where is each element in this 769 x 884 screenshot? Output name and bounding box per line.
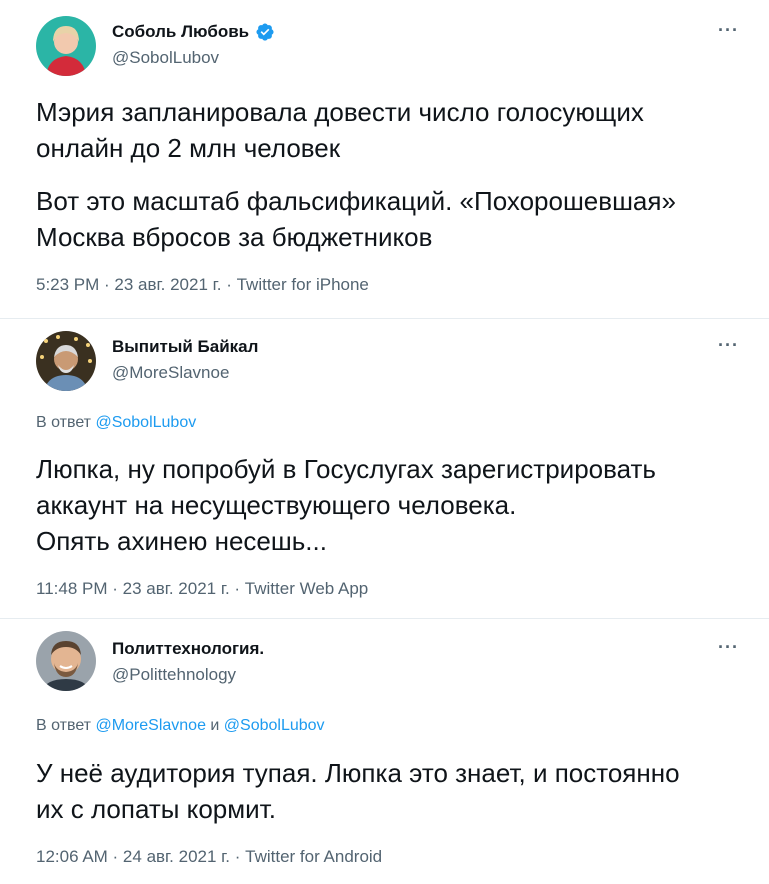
tweet-text-paragraph-2: Вот это масштаб фальсификаций. «Похороше…: [36, 186, 676, 252]
tweet-meta[interactable]: 12:06 AM · 24 авг. 2021 г. · Twitter for…: [36, 847, 382, 867]
author-name[interactable]: Политтехнология.: [112, 639, 264, 659]
more-options-icon[interactable]: ···: [718, 335, 739, 356]
reply-prefix: В ответ: [36, 717, 96, 734]
mention-link[interactable]: @MoreSlavnoe: [95, 717, 206, 734]
tweet-reply-1: Выпитый Байкал @MoreSlavnoe ··· В ответ …: [0, 319, 769, 618]
avatar[interactable]: [36, 16, 96, 76]
tweet-text-line: аккаунт на несуществующего человека.: [36, 490, 517, 520]
author-name[interactable]: Выпитый Байкал: [112, 337, 258, 357]
tweet-meta[interactable]: 5:23 PM · 23 авг. 2021 г. · Twitter for …: [36, 275, 369, 295]
tweet-reply-2: Политтехнология. @Polittehnology ··· В о…: [0, 619, 769, 884]
tweet-text-line: Опять ахинею несешь...: [36, 526, 327, 556]
reply-joiner: и: [205, 717, 224, 734]
avatar[interactable]: [36, 331, 96, 391]
tweet-text-line: Люпка, ну попробуй в Госуслугах зарегист…: [36, 454, 656, 484]
author-name-text[interactable]: Соболь Любовь: [112, 22, 249, 42]
reply-prefix: В ответ: [36, 414, 96, 431]
tweet-text-paragraph-1: Мэрия запланировала довести число голосу…: [36, 97, 644, 163]
more-options-icon[interactable]: ···: [718, 637, 739, 658]
tweet-text: Люпка, ну попробуй в Госуслугах зарегист…: [36, 451, 736, 559]
tweet-meta[interactable]: 11:48 PM · 23 авг. 2021 г. · Twitter Web…: [36, 579, 368, 599]
more-options-icon[interactable]: ···: [718, 20, 739, 41]
author-name[interactable]: Соболь Любовь: [112, 22, 275, 42]
replying-to: В ответ @MoreSlavnoe и @SobolLubov: [36, 717, 325, 735]
replying-to: В ответ @SobolLubov: [36, 414, 196, 432]
author-handle[interactable]: @SobolLubov: [112, 48, 219, 68]
author-handle[interactable]: @MoreSlavnoe: [112, 363, 229, 383]
tweet-text: У неё аудитория тупая. Люпка это знает, …: [36, 755, 736, 827]
mention-link[interactable]: @SobolLubov: [224, 717, 325, 734]
tweet-text-line: их с лопаты кормит.: [36, 794, 276, 824]
tweet-text-line: У неё аудитория тупая. Люпка это знает, …: [36, 758, 680, 788]
author-handle[interactable]: @Polittehnology: [112, 665, 236, 685]
verified-badge-icon: [256, 23, 274, 41]
avatar[interactable]: [36, 631, 96, 691]
mention-link[interactable]: @SobolLubov: [95, 414, 196, 431]
tweet-main: Соболь Любовь @SobolLubov ··· Мэрия запл…: [0, 0, 769, 318]
